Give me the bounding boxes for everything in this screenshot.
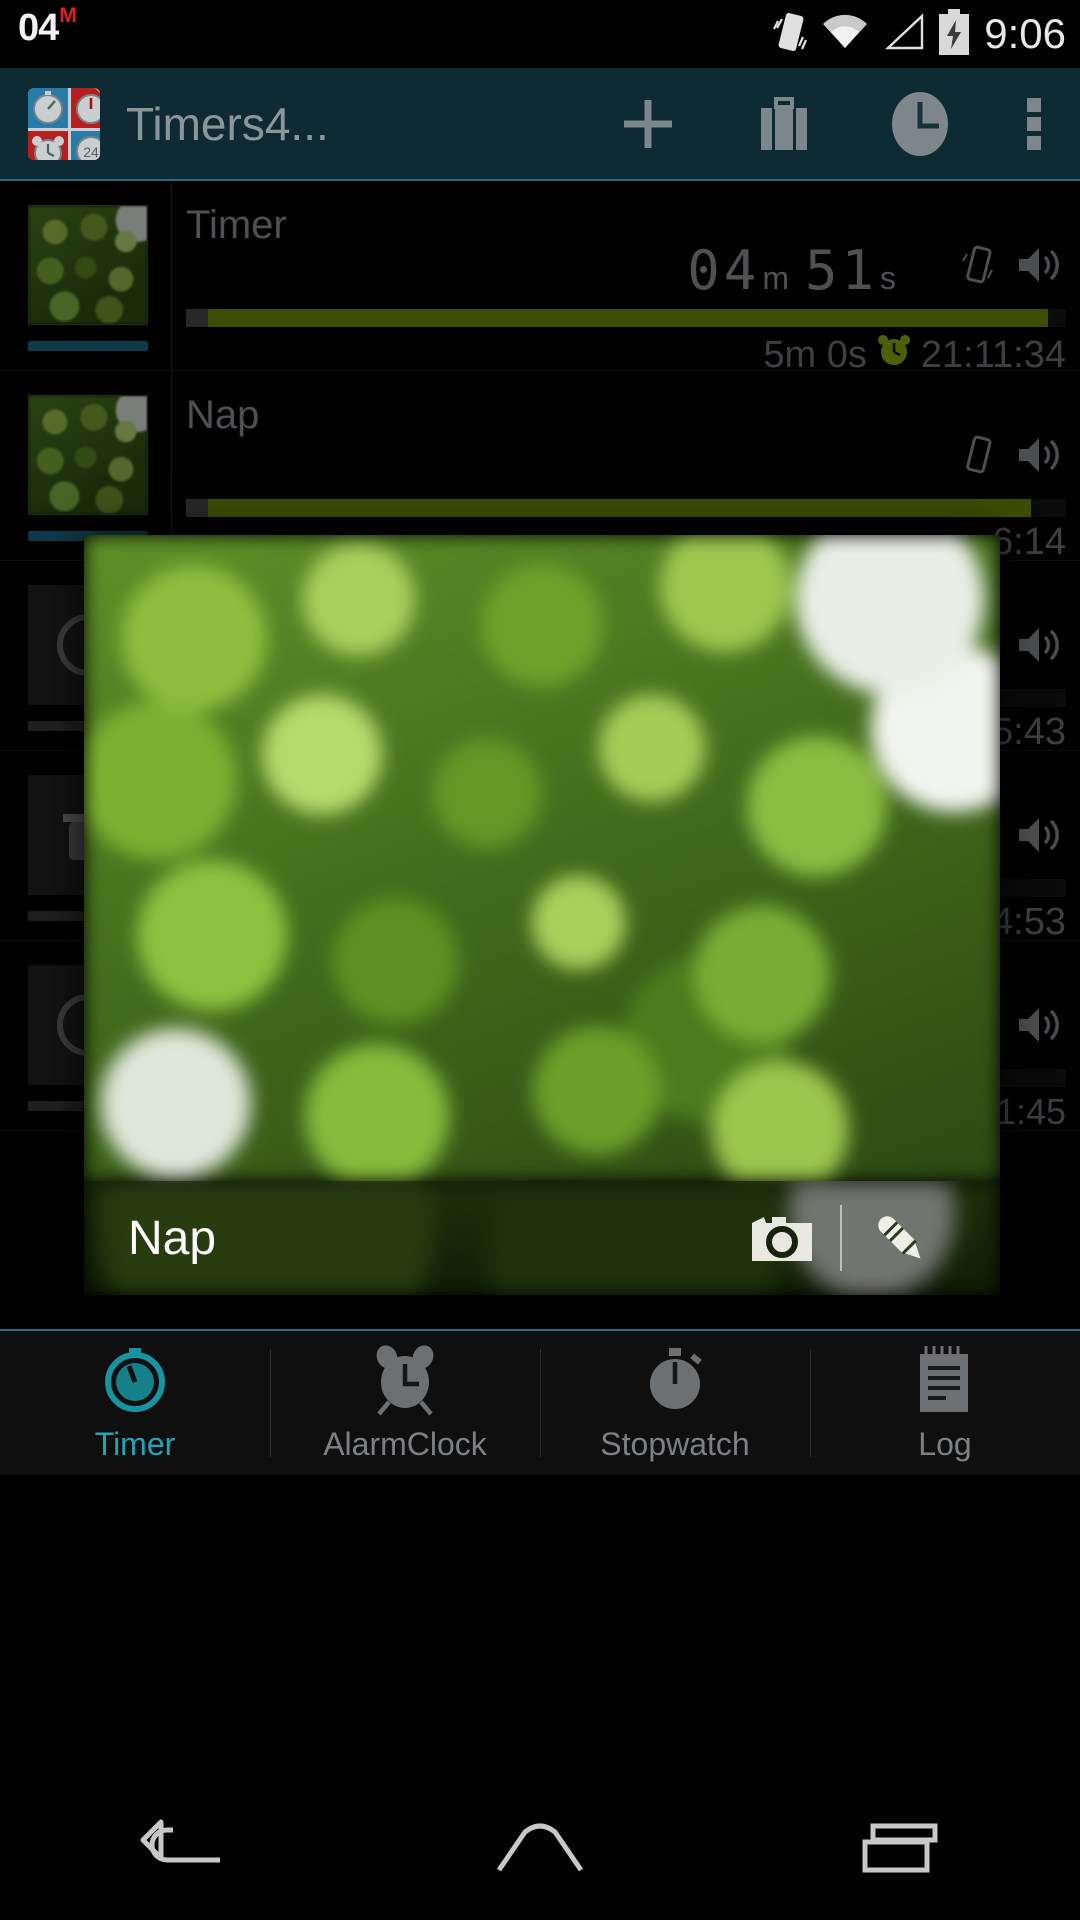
edit-name-button[interactable] — [842, 1181, 958, 1295]
timer-icon — [105, 1347, 165, 1412]
alarm-clock-icon — [376, 1344, 434, 1415]
tab-alarmclock-label: AlarmClock — [323, 1425, 487, 1462]
notification-area: 04 M — [18, 4, 77, 49]
status-bar: 04 M 9:06 — [0, 0, 1080, 68]
recents-icon — [862, 1823, 938, 1873]
grapes-photo[interactable] — [84, 535, 1000, 1181]
battery-charging-icon — [937, 8, 971, 60]
back-arrow-icon — [140, 1819, 220, 1863]
tab-stopwatch-label: Stopwatch — [600, 1425, 750, 1462]
android-screen: 04 M 9:06 24 Timers4... Timer 04 m 51 s … — [0, 0, 1080, 1920]
clock-icon — [892, 91, 948, 156]
home-button[interactable] — [360, 1780, 720, 1920]
overflow-dots-icon — [1027, 97, 1041, 150]
tab-log[interactable]: Log — [810, 1331, 1080, 1475]
vibrate-icon — [772, 9, 808, 60]
tab-stopwatch[interactable]: Stopwatch — [540, 1331, 810, 1475]
camera-button[interactable] — [724, 1181, 840, 1295]
tab-timer[interactable]: Timer — [0, 1331, 270, 1475]
back-button[interactable] — [0, 1780, 360, 1920]
pencil-icon — [878, 1216, 921, 1259]
svg-text:24: 24 — [83, 144, 99, 160]
android-navigation-bar[interactable] — [0, 1780, 1080, 1920]
recents-button[interactable] — [720, 1780, 1080, 1920]
plus-icon — [624, 99, 672, 148]
dialog-footer: Nap — [84, 1181, 1000, 1295]
page-title: Timers4... — [126, 97, 329, 150]
dialog-title: Nap — [128, 1211, 217, 1265]
add-timer-button[interactable] — [580, 68, 716, 179]
timers4me-app-icon: 24 — [28, 87, 100, 160]
camera-icon — [752, 1217, 812, 1261]
wifi-icon — [821, 12, 869, 57]
notification-count: 04 — [18, 7, 59, 49]
stopwatch-icon — [650, 1347, 702, 1409]
signal-icon — [882, 12, 924, 57]
briefcase-icon — [761, 96, 807, 150]
content-filler — [0, 1475, 1080, 1780]
action-bar: 24 Timers4... — [0, 68, 1080, 181]
home-icon — [496, 1823, 584, 1872]
notification-badge: M — [59, 4, 77, 27]
clock-button[interactable] — [852, 68, 988, 179]
overflow-menu-button[interactable] — [988, 68, 1080, 179]
status-clock: 9:06 — [984, 10, 1066, 57]
tab-alarmclock[interactable]: AlarmClock — [270, 1331, 540, 1475]
timer-photo-dialog: Nap — [84, 535, 1000, 1295]
tab-log-label: Log — [918, 1425, 972, 1462]
notepad-icon — [920, 1345, 968, 1412]
bottom-tab-bar[interactable]: Timer AlarmClock Stopwatch Log — [0, 1329, 1080, 1475]
status-icons: 9:06 — [772, 0, 1066, 68]
presets-button[interactable] — [716, 68, 852, 179]
tab-timer-label: Timer — [94, 1425, 176, 1462]
